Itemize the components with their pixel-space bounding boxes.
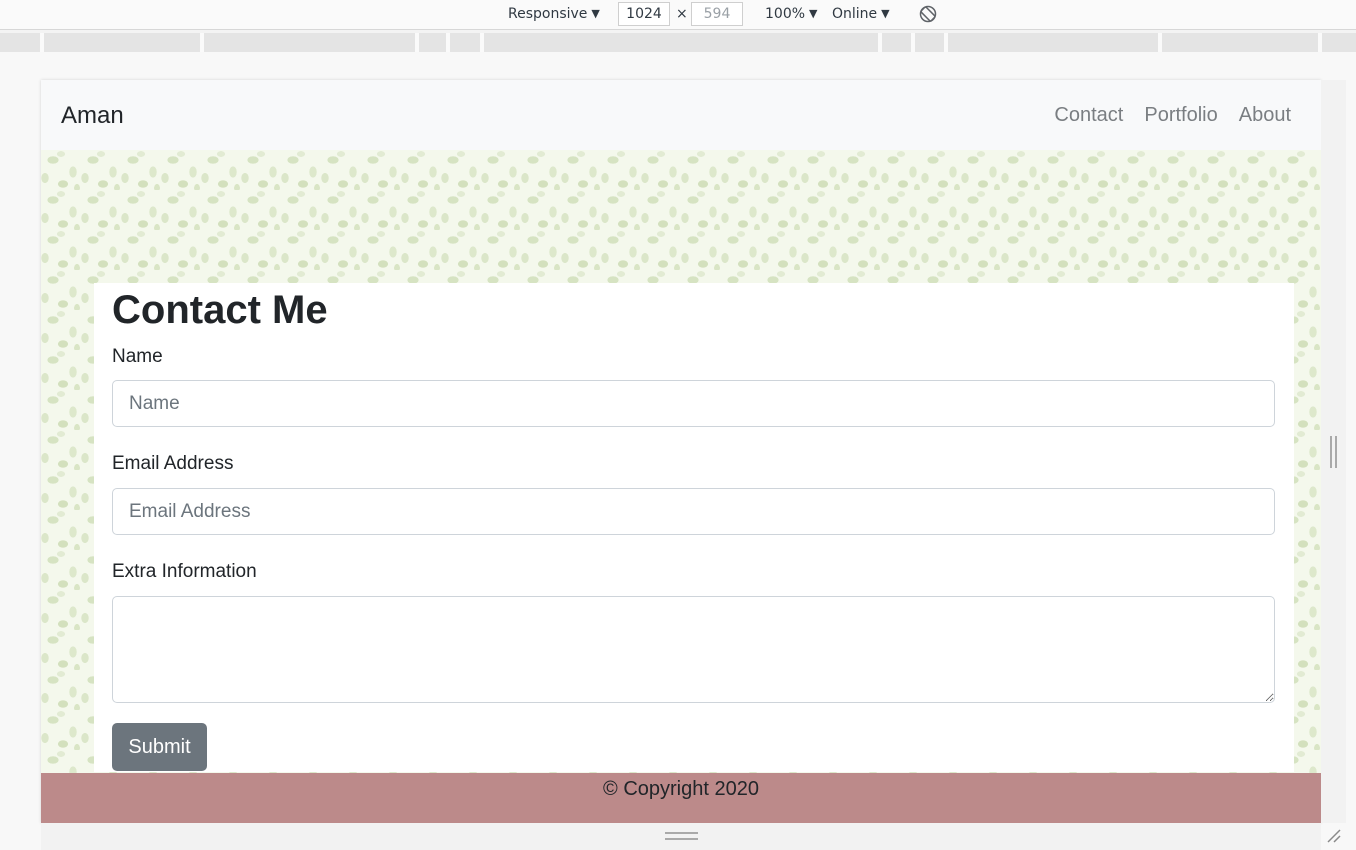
viewport-height-input[interactable]: 594 [691,2,743,26]
email-field[interactable] [112,488,1275,535]
rotate-icon[interactable] [918,4,938,24]
name-field[interactable] [112,380,1275,427]
copyright-text: © Copyright 2020 [603,778,759,800]
throttling-label: Online [832,6,878,22]
devtools-device-toolbar: Responsive ▼ 1024 × 594 100% ▼ Online ▼ [0,0,1356,30]
contact-form-card: Contact Me Name Email Address Extra Info… [94,283,1294,772]
footer: © Copyright 2020 [41,773,1321,823]
page-title: Contact Me [112,288,328,332]
nav-links: Contact Portfolio About [1054,104,1291,127]
resize-grip-icon [1330,436,1337,468]
zoom-label: 100% [765,6,806,22]
name-label: Name [112,346,163,367]
device-mode-label: Responsive [508,6,588,22]
media-query-bar[interactable] [948,33,1158,52]
media-query-bar[interactable] [419,33,446,52]
media-query-bar[interactable] [1322,33,1356,52]
resize-grip-icon [665,832,698,840]
media-query-bar[interactable] [204,33,415,52]
nav-link-about[interactable]: About [1239,104,1291,127]
navbar: Aman Contact Portfolio About [41,80,1321,150]
media-query-ruler [0,33,1356,52]
viewport-width-input[interactable]: 1024 [618,2,670,26]
media-query-bar[interactable] [1162,33,1318,52]
media-query-bar[interactable] [44,33,200,52]
chevron-down-icon: ▼ [591,7,600,20]
dimension-separator: × [676,6,688,22]
navbar-brand[interactable]: Aman [61,102,124,130]
media-query-bar[interactable] [450,33,480,52]
nav-link-contact[interactable]: Contact [1054,104,1123,127]
media-query-bar[interactable] [0,33,40,52]
chevron-down-icon: ▼ [881,7,890,20]
media-query-bar[interactable] [484,33,878,52]
device-mode-dropdown[interactable]: Responsive ▼ [508,4,600,26]
throttling-dropdown[interactable]: Online ▼ [832,4,890,26]
chevron-down-icon: ▼ [809,7,818,20]
leaf-pattern-background: Contact Me Name Email Address Extra Info… [41,150,1321,773]
email-label: Email Address [112,453,234,474]
extra-info-label: Extra Information [112,561,257,582]
corner-resize-icon[interactable] [1324,826,1344,846]
zoom-dropdown[interactable]: 100% ▼ [765,4,818,26]
emulated-page: Aman Contact Portfolio About Contact Me … [41,80,1321,823]
submit-button[interactable]: Submit [112,723,207,771]
nav-link-portfolio[interactable]: Portfolio [1144,104,1217,127]
media-query-bar[interactable] [915,33,944,52]
extra-info-textarea[interactable] [112,596,1275,703]
media-query-bar[interactable] [882,33,911,52]
